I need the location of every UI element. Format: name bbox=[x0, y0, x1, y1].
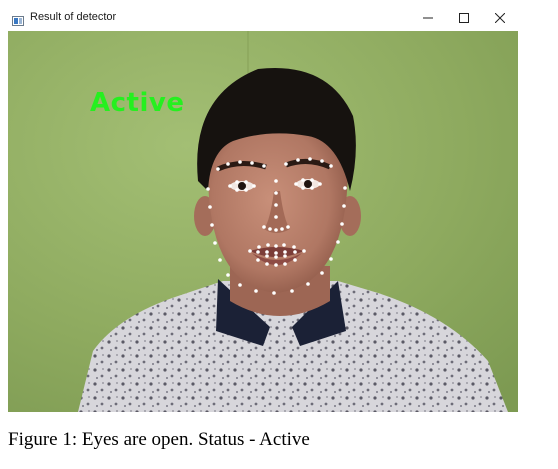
minimize-icon bbox=[423, 17, 433, 18]
figure-caption: Figure 1: Eyes are open. Status - Active bbox=[8, 429, 310, 450]
minimize-button[interactable] bbox=[410, 4, 446, 31]
status-overlay-text: Active bbox=[90, 88, 185, 118]
camera-feed: Active bbox=[8, 31, 518, 412]
maximize-icon bbox=[459, 12, 469, 23]
maximize-button[interactable] bbox=[446, 4, 482, 31]
camera-frame-image bbox=[8, 31, 518, 412]
title-bar[interactable]: Result of detector bbox=[4, 4, 518, 31]
close-button[interactable] bbox=[482, 4, 518, 31]
window-title: Result of detector bbox=[30, 11, 117, 23]
app-icon bbox=[12, 13, 24, 26]
close-icon bbox=[495, 12, 505, 23]
detector-window: Result of detector Active bbox=[4, 4, 518, 412]
